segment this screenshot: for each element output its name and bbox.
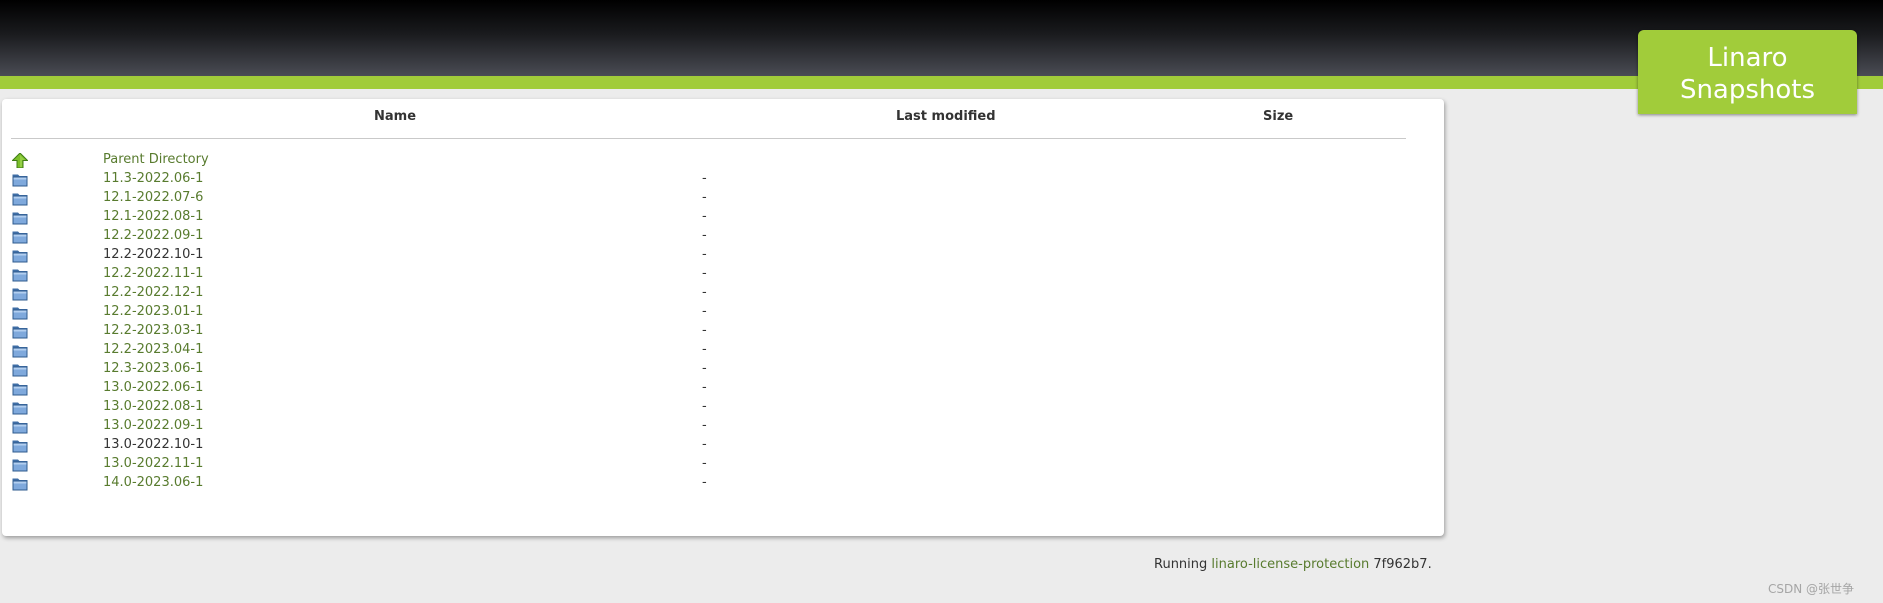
parent-directory-row: Parent Directory xyxy=(2,151,1444,170)
table-row: 13.0-2022.09-1 - xyxy=(2,417,1444,436)
folder-link[interactable]: 13.0-2022.10-1 xyxy=(103,437,203,452)
table-row: 11.3-2022.06-1 - xyxy=(2,170,1444,189)
directory-rows: Parent Directory 11.3-2022.06-1-12.1-202… xyxy=(2,151,1444,493)
brand-line-1: Linaro xyxy=(1707,43,1788,73)
last-modified-cell: - xyxy=(702,380,707,395)
folder-link[interactable]: 12.1-2022.08-1 xyxy=(103,209,203,224)
header-accent-stripe xyxy=(0,76,1883,89)
folder-link[interactable]: 14.0-2023.06-1 xyxy=(103,475,203,490)
last-modified-cell: - xyxy=(702,304,707,319)
column-header-last-modified[interactable]: Last modified xyxy=(896,109,996,124)
footer-suffix: 7f962b7. xyxy=(1369,557,1432,572)
last-modified-cell: - xyxy=(702,323,707,338)
table-row: 12.2-2023.03-1 - xyxy=(2,322,1444,341)
last-modified-cell: - xyxy=(702,437,707,452)
table-row: 12.2-2023.04-1 - xyxy=(2,341,1444,360)
footer-project-link[interactable]: linaro-license-protection xyxy=(1211,557,1369,572)
folder-icon xyxy=(12,364,28,377)
footer-prefix: Running xyxy=(1154,557,1212,572)
table-row: 12.2-2022.09-1 - xyxy=(2,227,1444,246)
folder-link[interactable]: 12.2-2022.09-1 xyxy=(103,228,203,243)
folder-icon xyxy=(12,231,28,244)
top-header-bar xyxy=(0,0,1883,76)
folder-icon xyxy=(12,193,28,206)
last-modified-cell: - xyxy=(702,361,707,376)
folder-icon xyxy=(12,402,28,415)
directory-listing-panel: Name Last modified Size Parent Directory… xyxy=(2,99,1444,536)
last-modified-cell: - xyxy=(702,266,707,281)
last-modified-cell: - xyxy=(702,418,707,433)
folder-link[interactable]: 13.0-2022.11-1 xyxy=(103,456,203,471)
last-modified-cell: - xyxy=(702,399,707,414)
last-modified-cell: - xyxy=(702,342,707,357)
folder-icon xyxy=(12,269,28,282)
last-modified-cell: - xyxy=(702,285,707,300)
folder-link[interactable]: 13.0-2022.09-1 xyxy=(103,418,203,433)
table-row: 13.0-2022.06-1 - xyxy=(2,379,1444,398)
last-modified-cell: - xyxy=(702,475,707,490)
folder-icon xyxy=(12,478,28,491)
folder-link[interactable]: 12.1-2022.07-6 xyxy=(103,190,203,205)
last-modified-cell: - xyxy=(702,228,707,243)
folder-icon xyxy=(12,174,28,187)
last-modified-cell: - xyxy=(702,456,707,471)
brand-line-2: Snapshots xyxy=(1679,75,1816,105)
last-modified-cell: - xyxy=(702,247,707,262)
table-row: 12.2-2022.12-1 - xyxy=(2,284,1444,303)
folder-icon xyxy=(12,459,28,472)
folder-icon xyxy=(12,288,28,301)
folder-link[interactable]: 12.2-2023.03-1 xyxy=(103,323,203,338)
parent-directory-link[interactable]: Parent Directory xyxy=(103,152,209,167)
folder-icon xyxy=(12,326,28,339)
folder-link[interactable]: 13.0-2022.06-1 xyxy=(103,380,203,395)
folder-link[interactable]: 12.2-2022.12-1 xyxy=(103,285,203,300)
last-modified-cell: - xyxy=(702,209,707,224)
table-row: 13.0-2022.11-1 - xyxy=(2,455,1444,474)
table-row: 14.0-2023.06-1 - xyxy=(2,474,1444,493)
table-row: 12.1-2022.08-1 - xyxy=(2,208,1444,227)
folder-icon xyxy=(12,250,28,263)
table-row: 12.2-2022.11-1 - xyxy=(2,265,1444,284)
folder-link[interactable]: 13.0-2022.08-1 xyxy=(103,399,203,414)
folder-link[interactable]: 12.2-2023.01-1 xyxy=(103,304,203,319)
table-row: 13.0-2022.10-1 - xyxy=(2,436,1444,455)
folder-link[interactable]: 12.3-2023.06-1 xyxy=(103,361,203,376)
column-header-size[interactable]: Size xyxy=(1263,109,1293,124)
folder-link[interactable]: 12.2-2022.11-1 xyxy=(103,266,203,281)
brand-logo-tab[interactable]: Linaro Snapshots xyxy=(1638,30,1857,114)
folder-icon xyxy=(12,345,28,358)
folder-icon xyxy=(12,212,28,225)
table-row: 12.2-2023.01-1 - xyxy=(2,303,1444,322)
footer-status: Running linaro-license-protection 7f962b… xyxy=(1154,557,1432,572)
table-row: 12.3-2023.06-1 - xyxy=(2,360,1444,379)
csdn-watermark: CSDN @张世争 xyxy=(1768,582,1855,596)
folder-icon xyxy=(12,307,28,320)
table-row: 12.1-2022.07-6 - xyxy=(2,189,1444,208)
folder-icon xyxy=(12,421,28,434)
folder-link[interactable]: 12.2-2022.10-1 xyxy=(103,247,203,262)
folder-link[interactable]: 11.3-2022.06-1 xyxy=(103,171,203,186)
folder-icon xyxy=(12,383,28,396)
table-row: 13.0-2022.08-1 - xyxy=(2,398,1444,417)
table-row: 12.2-2022.10-1 - xyxy=(2,246,1444,265)
last-modified-cell: - xyxy=(702,171,707,186)
table-header: Name Last modified Size xyxy=(11,99,1406,139)
up-arrow-icon xyxy=(12,153,28,168)
column-header-name[interactable]: Name xyxy=(374,109,416,124)
last-modified-cell: - xyxy=(702,190,707,205)
folder-link[interactable]: 12.2-2023.04-1 xyxy=(103,342,203,357)
folder-icon xyxy=(12,440,28,453)
